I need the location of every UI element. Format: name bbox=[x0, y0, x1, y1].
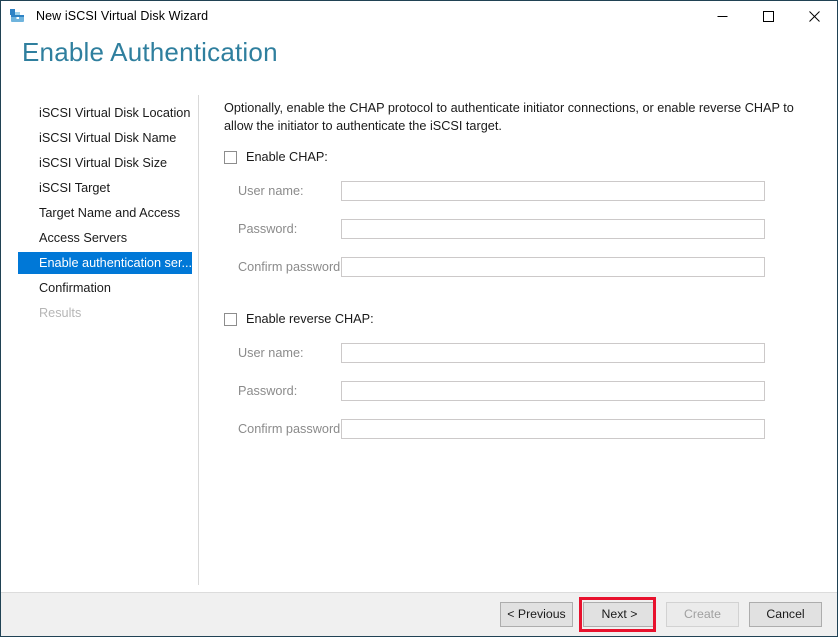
chap-password-label: Password: bbox=[224, 222, 341, 236]
sidebar-item-access-servers[interactable]: Access Servers bbox=[1, 227, 198, 249]
reverse-chap-confirm-password-label: Confirm password: bbox=[224, 422, 341, 436]
enable-reverse-chap-row[interactable]: Enable reverse CHAP: bbox=[224, 310, 837, 328]
cancel-button[interactable]: Cancel bbox=[749, 602, 822, 627]
reverse-chap-password-label: Password: bbox=[224, 384, 341, 398]
reverse-chap-username-row: User name: bbox=[224, 342, 837, 364]
reverse-chap-confirm-password-input[interactable] bbox=[341, 419, 765, 439]
chap-username-row: User name: bbox=[224, 180, 837, 202]
next-button-wrapper: Next > bbox=[573, 602, 656, 627]
reverse-chap-username-input[interactable] bbox=[341, 343, 765, 363]
create-button: Create bbox=[666, 602, 739, 627]
wizard-body: iSCSI Virtual Disk Location iSCSI Virtua… bbox=[1, 93, 837, 592]
wizard-footer: < Previous Next > Create Cancel bbox=[1, 593, 837, 636]
chap-password-row: Password: bbox=[224, 218, 837, 240]
chap-confirm-password-input[interactable] bbox=[341, 257, 765, 277]
reverse-chap-password-input[interactable] bbox=[341, 381, 765, 401]
close-button[interactable] bbox=[791, 1, 837, 31]
chap-confirm-password-row: Confirm password: bbox=[224, 256, 837, 278]
wizard-steps-nav: iSCSI Virtual Disk Location iSCSI Virtua… bbox=[1, 93, 198, 592]
page-title: Enable Authentication bbox=[22, 37, 278, 68]
reverse-chap-username-label: User name: bbox=[224, 346, 341, 360]
group-spacer bbox=[224, 294, 837, 310]
page-header: Enable Authentication bbox=[1, 31, 837, 93]
sidebar-item-disk-location[interactable]: iSCSI Virtual Disk Location bbox=[1, 102, 198, 124]
description-text: Optionally, enable the CHAP protocol to … bbox=[224, 99, 804, 135]
sidebar-item-iscsi-target[interactable]: iSCSI Target bbox=[1, 177, 198, 199]
window-title: New iSCSI Virtual Disk Wizard bbox=[36, 9, 208, 23]
sidebar-item-disk-size[interactable]: iSCSI Virtual Disk Size bbox=[1, 152, 198, 174]
enable-reverse-chap-label: Enable reverse CHAP: bbox=[246, 312, 374, 326]
previous-button[interactable]: < Previous bbox=[500, 602, 573, 627]
window-controls bbox=[699, 1, 837, 31]
sidebar-item-results: Results bbox=[1, 302, 198, 324]
minimize-button[interactable] bbox=[699, 1, 745, 31]
enable-reverse-chap-checkbox[interactable] bbox=[224, 313, 237, 326]
sidebar-item-disk-name[interactable]: iSCSI Virtual Disk Name bbox=[1, 127, 198, 149]
sidebar-item-enable-authentication[interactable]: Enable authentication ser... bbox=[18, 252, 192, 274]
main-content: Optionally, enable the CHAP protocol to … bbox=[199, 93, 837, 592]
maximize-button[interactable] bbox=[745, 1, 791, 31]
reverse-chap-password-row: Password: bbox=[224, 380, 837, 402]
enable-chap-row[interactable]: Enable CHAP: bbox=[224, 148, 837, 166]
reverse-chap-confirm-password-row: Confirm password: bbox=[224, 418, 837, 440]
chap-username-label: User name: bbox=[224, 184, 341, 198]
chap-confirm-password-label: Confirm password: bbox=[224, 260, 341, 274]
enable-chap-label: Enable CHAP: bbox=[246, 150, 328, 164]
chap-password-input[interactable] bbox=[341, 219, 765, 239]
title-bar: New iSCSI Virtual Disk Wizard bbox=[1, 1, 837, 31]
iscsi-wizard-icon bbox=[8, 6, 28, 26]
sidebar-item-confirmation[interactable]: Confirmation bbox=[1, 277, 198, 299]
next-button[interactable]: Next > bbox=[583, 602, 656, 627]
sidebar-item-target-name-and-access[interactable]: Target Name and Access bbox=[1, 202, 198, 224]
enable-chap-checkbox[interactable] bbox=[224, 151, 237, 164]
chap-username-input[interactable] bbox=[341, 181, 765, 201]
wizard-window: New iSCSI Virtual Disk Wizard Enable Aut… bbox=[0, 0, 838, 637]
